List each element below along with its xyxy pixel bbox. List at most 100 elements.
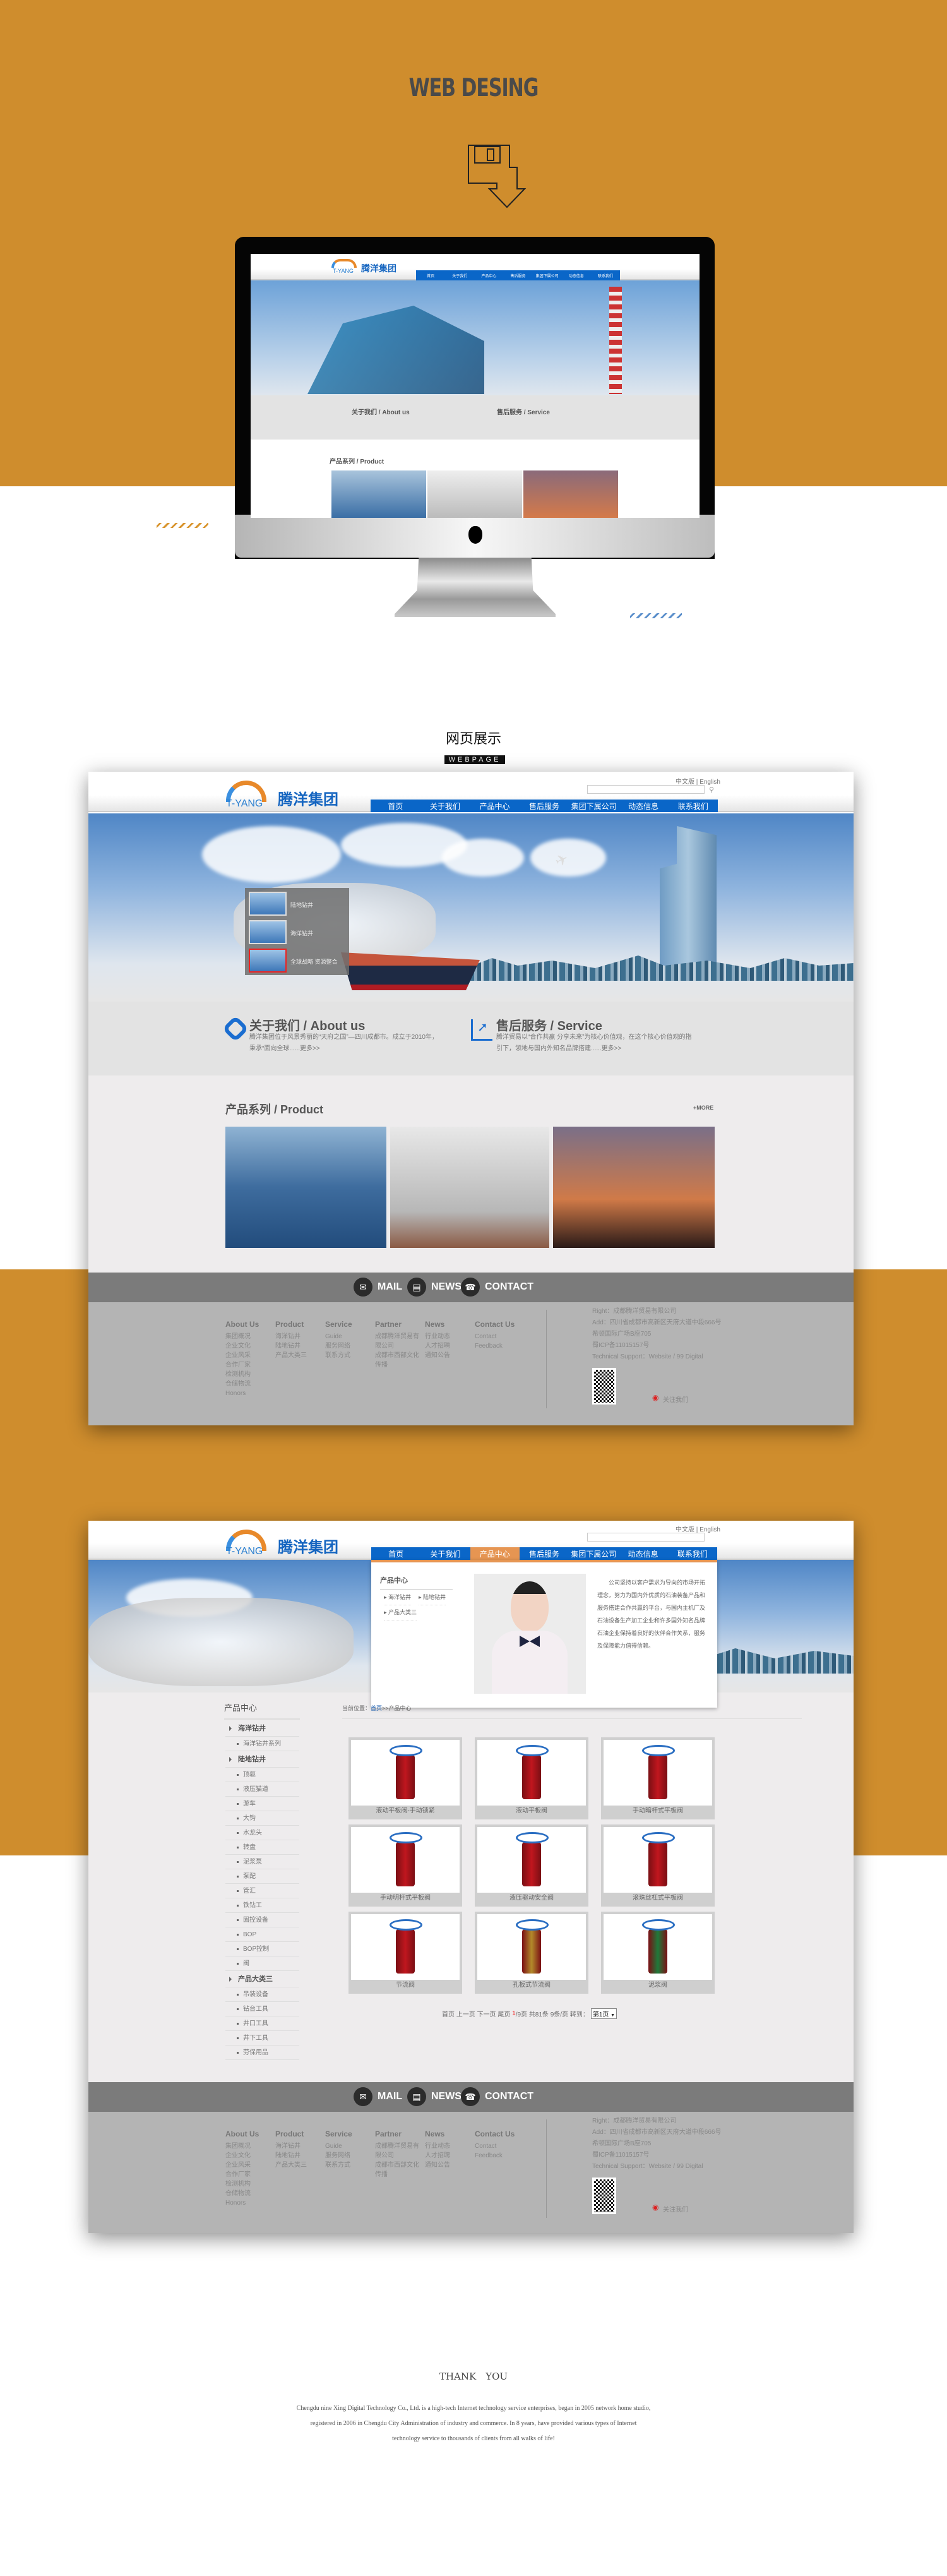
sidebar-item[interactable]: BOP控制 <box>225 1942 299 1956</box>
sidebar-item[interactable]: 水龙头 <box>225 1826 299 1840</box>
footer-link[interactable]: 企业文化 <box>225 1341 273 1351</box>
product-card[interactable]: 孔板式节流阀 <box>475 1912 588 1994</box>
nav-item-0[interactable]: 首页 <box>371 1547 420 1560</box>
footer-link[interactable]: Contact <box>475 1332 523 1341</box>
banner-thumbnail[interactable] <box>249 949 287 973</box>
footer-link[interactable]: Feedback <box>475 2151 523 2160</box>
footer-link[interactable]: 仓储物流 <box>225 2189 273 2198</box>
nav-item-0[interactable]: 首页 <box>371 800 420 812</box>
footer-link[interactable]: 人才招聘 <box>425 2151 473 2160</box>
product-card[interactable]: 液压驱动安全阀 <box>475 1824 588 1907</box>
more-link[interactable]: +MORE <box>693 1105 713 1111</box>
sidebar-item[interactable]: 井口工具 <box>225 2016 299 2031</box>
footer-link[interactable]: 行业动态 <box>425 2142 473 2151</box>
footer-link[interactable]: 集团概况 <box>225 2142 273 2151</box>
sidebar-item[interactable]: 阀 <box>225 1956 299 1971</box>
dropdown-item[interactable]: ▸ 产品大类三 <box>384 1608 417 1620</box>
sidebar-item[interactable]: 管汇 <box>225 1884 299 1898</box>
footer-button-contact[interactable]: ☎ CONTACT <box>461 1278 533 1297</box>
follow-us-link[interactable]: 关注我们 <box>663 2204 688 2214</box>
footer-link[interactable]: 检测机构 <box>225 1370 273 1379</box>
footer-button-news[interactable]: ▤ NEWS <box>407 1278 462 1297</box>
sidebar-item[interactable]: 转盘 <box>225 1840 299 1855</box>
footer-link[interactable]: 合作厂家 <box>225 1360 273 1370</box>
footer-button-mail[interactable]: ✉ MAIL <box>354 2087 402 2106</box>
footer-link[interactable]: 合作厂家 <box>225 2170 273 2179</box>
product-card[interactable]: 滚珠丝杠式平板阀 <box>601 1824 715 1907</box>
language-switch[interactable]: 中文版 | English <box>676 776 720 786</box>
nav-item-3[interactable]: 售后服务 <box>520 1547 569 1560</box>
nav-item-5[interactable]: 动态信息 <box>619 800 669 812</box>
search-input[interactable] <box>587 785 705 794</box>
product-card[interactable]: 液动平板阀-手动锁紧 <box>348 1737 462 1819</box>
footer-link[interactable]: Contact <box>475 2142 523 2151</box>
footer-link[interactable]: 行业动态 <box>425 1332 473 1341</box>
nav-item-6[interactable]: 联系我们 <box>668 800 718 812</box>
sidebar-item[interactable]: 大钩 <box>225 1811 299 1826</box>
sidebar-item[interactable]: 劳保用品 <box>225 2046 299 2060</box>
sidebar-category[interactable]: 陆地钻井 <box>225 1751 299 1768</box>
footer-link[interactable]: 服务网络 <box>325 1341 373 1351</box>
sidebar-item[interactable]: 液压猫道 <box>225 1782 299 1797</box>
nav-item-2[interactable]: 产品中心 <box>474 270 503 280</box>
sidebar-item[interactable]: 海洋钻井系列 <box>225 1737 299 1751</box>
banner-thumbnail-label[interactable]: 陆地钻井 <box>290 901 313 909</box>
nav-item-2[interactable]: 产品中心 <box>470 800 520 812</box>
nav-item-4[interactable]: 集团下属公司 <box>533 270 562 280</box>
footer-link[interactable]: 集团概况 <box>225 1332 273 1341</box>
product-image[interactable] <box>351 1914 460 1980</box>
product-image-land-rig[interactable] <box>390 1127 549 1248</box>
footer-link[interactable]: 成都市西部文化传播 <box>375 1351 423 1370</box>
product-image-pumpjack-sunset[interactable] <box>553 1127 715 1248</box>
footer-link[interactable]: 成都市西部文化传播 <box>375 2160 423 2179</box>
product-image[interactable] <box>351 1827 460 1893</box>
footer-button-mail[interactable]: ✉ MAIL <box>354 1278 402 1297</box>
footer-link[interactable]: 产品大类三 <box>275 2160 323 2170</box>
product-name[interactable]: 节流阀 <box>351 1980 460 1991</box>
page-select[interactable]: 第1页 ▼ <box>590 2008 617 2019</box>
sidebar-category[interactable]: 海洋钻井 <box>225 1720 299 1737</box>
nav-item-4[interactable]: 集团下属公司 <box>569 1547 618 1560</box>
dropdown-item[interactable]: ▸ 海洋钻井 <box>384 1593 412 1605</box>
footer-link[interactable]: 陆地钻井 <box>275 2151 323 2160</box>
footer-link[interactable]: 联系方式 <box>325 1351 373 1360</box>
follow-us-link[interactable]: 关注我们 <box>663 1394 688 1404</box>
footer-link[interactable]: 企业文化 <box>225 2151 273 2160</box>
footer-link[interactable]: 联系方式 <box>325 2160 373 2170</box>
product-name[interactable]: 液动平板阀 <box>477 1806 586 1817</box>
sidebar-item[interactable]: 吊装设备 <box>225 1987 299 2002</box>
footer-link[interactable]: 通知公告 <box>425 2160 473 2170</box>
product-image[interactable] <box>604 1914 712 1980</box>
search-input[interactable] <box>587 1533 705 1542</box>
nav-item-2[interactable]: 产品中心 <box>470 1547 520 1560</box>
product-image[interactable] <box>604 1827 712 1893</box>
product-image-offshore-rig[interactable] <box>225 1127 386 1248</box>
banner-thumbnail-label[interactable]: 全球战略 资源整合 <box>290 957 338 966</box>
footer-link[interactable]: 海洋钻井 <box>275 1332 323 1341</box>
product-card[interactable]: 液动平板阀 <box>475 1737 588 1819</box>
footer-link[interactable]: 服务网络 <box>325 2151 373 2160</box>
product-card[interactable]: 泥浆阀 <box>601 1912 715 1994</box>
nav-item-1[interactable]: 关于我们 <box>420 800 470 812</box>
footer-link[interactable]: 陆地钻井 <box>275 1341 323 1351</box>
product-image[interactable] <box>351 1740 460 1806</box>
about-description[interactable]: 腾洋集团位于风景秀丽的“天府之国”—四川成都市。成立于2010年，秉承“面向全球… <box>249 1032 439 1055</box>
footer-button-news[interactable]: ▤ NEWS <box>407 2087 462 2106</box>
sidebar-category[interactable]: 产品大类三 <box>225 1971 299 1987</box>
footer-link[interactable]: Honors <box>225 2198 273 2208</box>
footer-link[interactable]: 企业风采 <box>225 2160 273 2170</box>
breadcrumb-home-link[interactable]: 首页 <box>371 1705 382 1711</box>
sidebar-item[interactable]: 泥浆泵 <box>225 1855 299 1869</box>
product-card[interactable]: 节流阀 <box>348 1912 462 1994</box>
sidebar-item[interactable]: 顶驱 <box>225 1768 299 1782</box>
footer-button-contact[interactable]: ☎ CONTACT <box>461 2087 533 2106</box>
product-card[interactable]: 手动暗杆式平板阀 <box>601 1737 715 1819</box>
search-icon[interactable]: ⚲ <box>709 786 714 794</box>
footer-link[interactable]: 企业风采 <box>225 1351 273 1360</box>
footer-link[interactable]: 成都腾洋贸易有限公司 <box>375 1332 423 1351</box>
banner-thumbnail[interactable] <box>249 892 287 916</box>
footer-link[interactable]: 检测机构 <box>225 2179 273 2189</box>
footer-link[interactable]: 人才招聘 <box>425 1341 473 1351</box>
sidebar-item[interactable]: 钻台工具 <box>225 2002 299 2016</box>
nav-item-5[interactable]: 动态信息 <box>562 270 591 280</box>
